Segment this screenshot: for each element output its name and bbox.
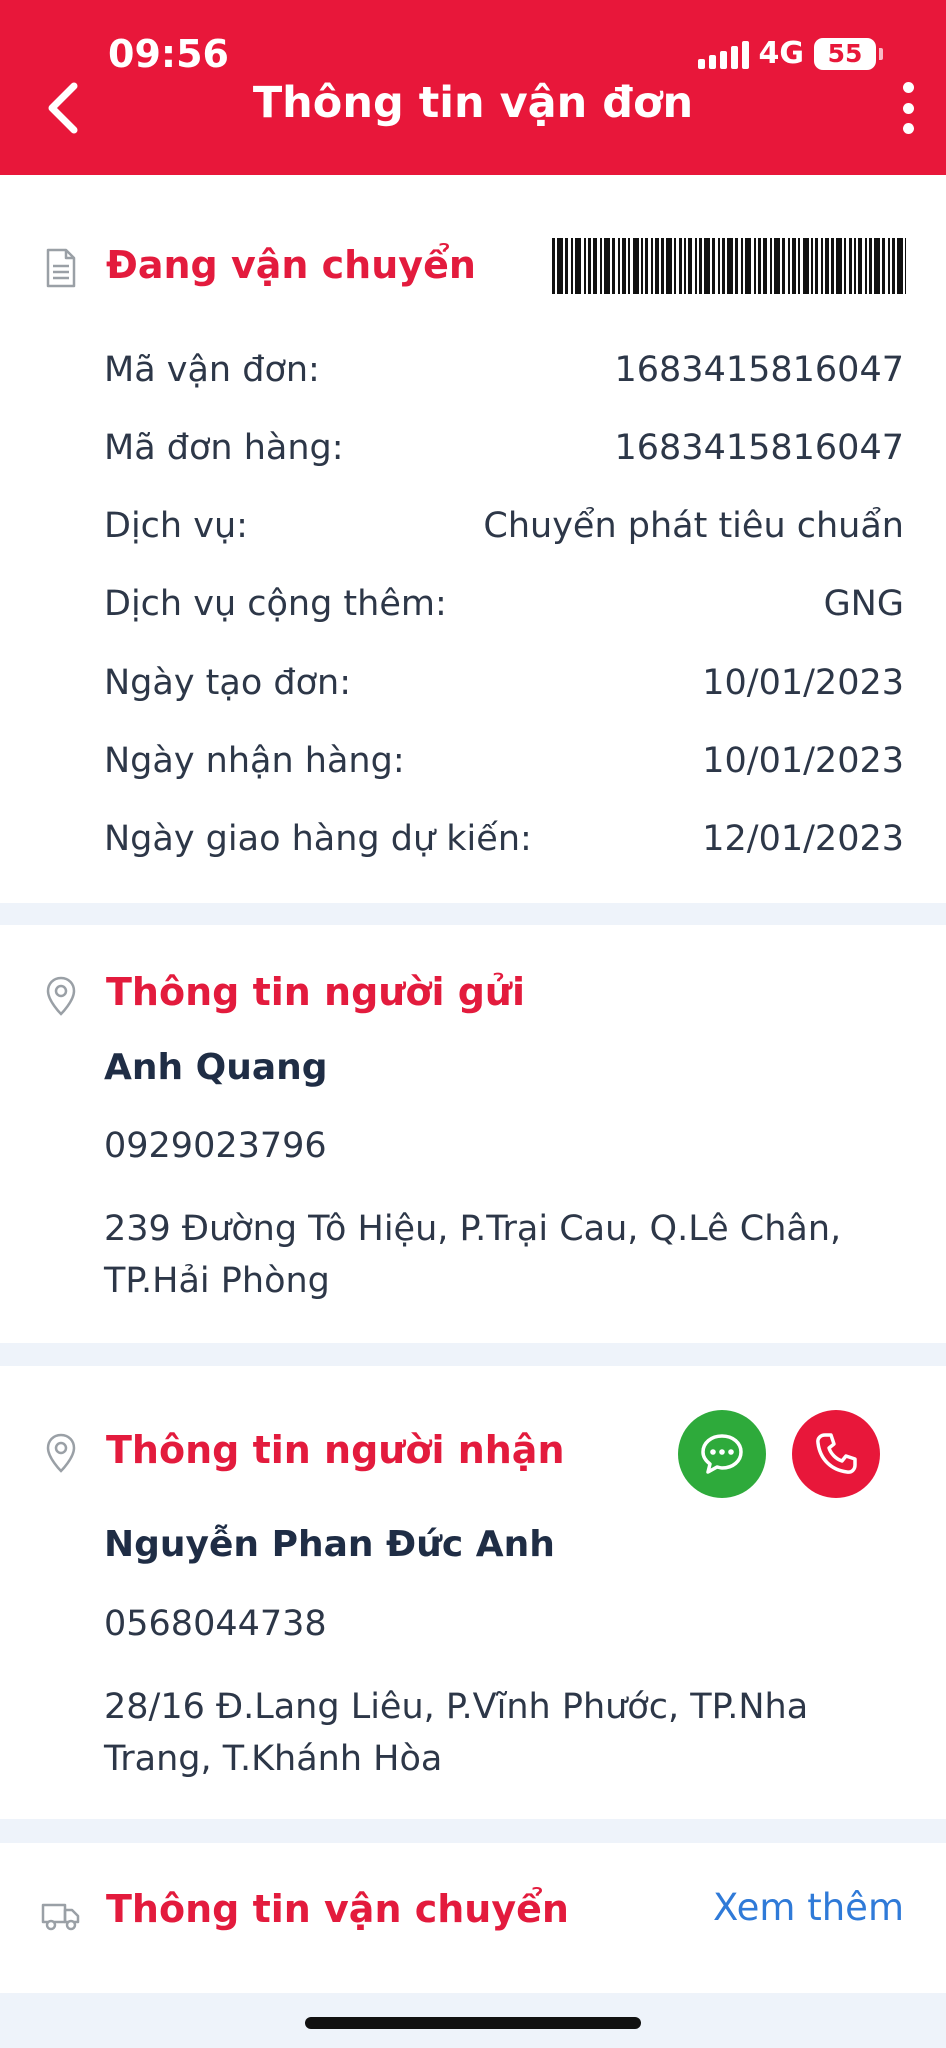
location-pin-icon (46, 1433, 76, 1473)
transport-card[interactable]: Thông tin vận chuyển Xem thêm (0, 1843, 946, 1993)
see-more-link[interactable]: Xem thêm (713, 1886, 904, 1929)
info-label: Mã đơn hàng: (104, 428, 344, 468)
transport-section-title: Thông tin vận chuyển (106, 1887, 569, 1931)
more-vertical-icon (902, 82, 914, 93)
signal-icon (697, 39, 749, 69)
document-icon (46, 248, 76, 288)
shipment-status: Đang vận chuyển (106, 243, 476, 287)
info-value: 1683415816047 (614, 428, 905, 468)
more-options-button[interactable] (896, 82, 920, 134)
info-value: 10/01/2023 (702, 741, 904, 781)
info-value: 1683415816047 (614, 350, 905, 390)
truck-icon (41, 1903, 80, 1931)
info-label: Ngày nhận hàng: (104, 741, 405, 781)
sender-card: Thông tin người gửi Anh Quang 0929023796… (0, 925, 946, 1343)
info-label: Mã vận đơn: (104, 350, 320, 390)
call-button[interactable] (792, 1410, 880, 1498)
info-label: Dịch vụ: (104, 506, 248, 546)
sender-section-title: Thông tin người gửi (106, 970, 525, 1014)
status-time: 09:56 (108, 32, 229, 76)
page-title: Thông tin vận đơn (252, 78, 694, 128)
sender-address: 239 Đường Tô Hiệu, P.Trại Cau, Q.Lê Chân… (104, 1209, 842, 1301)
shipment-card: Đang vận chuyển Mã vận đơn: 168341581604… (0, 175, 946, 903)
info-value: 12/01/2023 (702, 819, 904, 859)
sender-name: Anh Quang (104, 1047, 328, 1088)
battery-icon: 55 (814, 37, 883, 70)
status-indicators: 4G 55 (697, 36, 883, 71)
receiver-card: Thông tin người nhận Nguyễn Phan Đức Anh… (0, 1366, 946, 1819)
info-value: 10/01/2023 (702, 663, 904, 703)
info-label: Dịch vụ cộng thêm: (104, 584, 447, 624)
info-value: Chuyển phát tiêu chuẩn (483, 506, 904, 546)
receiver-name: Nguyễn Phan Đức Anh (104, 1524, 555, 1565)
info-label: Ngày giao hàng dự kiến: (104, 819, 532, 859)
network-type: 4G (758, 36, 805, 71)
phone-icon (816, 1433, 857, 1474)
barcode[interactable] (552, 238, 906, 294)
home-indicator (305, 2017, 641, 2029)
info-value: GNG (823, 584, 904, 624)
chat-button[interactable] (678, 1410, 766, 1498)
receiver-phone[interactable]: 0568044738 (104, 1604, 327, 1644)
sender-phone[interactable]: 0929023796 (104, 1126, 327, 1166)
receiver-address: 28/16 Đ.Lang Liêu, P.Vĩnh Phước, TP.Nha … (104, 1687, 809, 1779)
info-label: Ngày tạo đơn: (104, 663, 351, 703)
receiver-section-title: Thông tin người nhận (106, 1428, 565, 1472)
chat-icon (701, 1434, 743, 1474)
location-pin-icon (46, 976, 76, 1016)
app-header: 09:56 4G 55 Thông tin vận đơn (0, 0, 946, 175)
